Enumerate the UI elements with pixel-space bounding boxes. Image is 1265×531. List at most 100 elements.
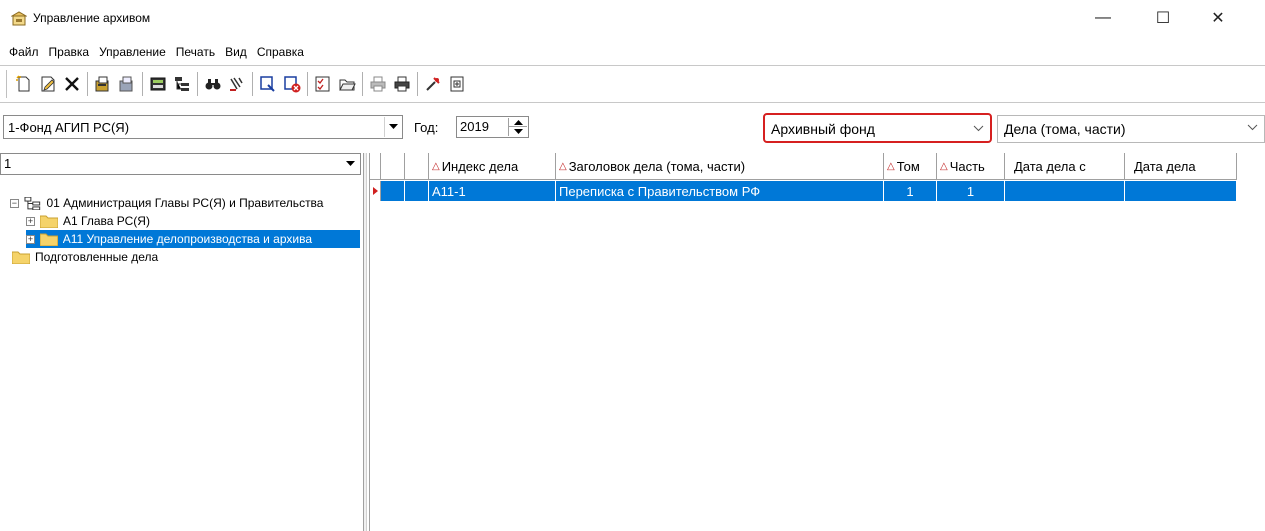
delete-icon[interactable] xyxy=(61,72,83,96)
toolbar-separator xyxy=(87,72,89,96)
fund-select-value: 1-Фонд АГИП РС(Я) xyxy=(8,120,130,135)
filter-icon[interactable] xyxy=(226,72,248,96)
table-cell[interactable] xyxy=(405,181,429,201)
report-icon[interactable] xyxy=(446,72,468,96)
tree-item-selected[interactable]: + А11 Управление делопроизводства и архи… xyxy=(26,230,360,248)
cases-grid: △ Индекс дела △ Заголовок дела (тома, част… xyxy=(369,153,1265,531)
column-header-blank[interactable] xyxy=(405,153,429,180)
fund-select[interactable]: 1-Фонд АГИП РС(Я) xyxy=(3,115,403,139)
current-row-indicator-icon xyxy=(370,181,381,201)
sort-up-icon: △ xyxy=(559,160,567,172)
binoculars-search-icon[interactable] xyxy=(202,72,224,96)
expand-icon[interactable]: + xyxy=(26,216,35,226)
expand-icon[interactable]: + xyxy=(26,234,35,244)
toolbar-separator xyxy=(142,72,144,96)
minimize-button[interactable]: — xyxy=(1080,0,1126,36)
menu-bar: Файл Правка Управление Печать Вид Справк… xyxy=(0,42,313,62)
toolbar-separator xyxy=(252,72,254,96)
cell-index[interactable]: А11-1 xyxy=(429,181,556,201)
window-title: Управление архивом xyxy=(33,11,151,25)
print-preview-icon[interactable] xyxy=(391,72,413,96)
filter-row: 1-Фонд АГИП РС(Я) Год: 2019 Архивный фон… xyxy=(0,105,1265,151)
year-label: Год: xyxy=(414,120,439,135)
chevron-down-icon[interactable] xyxy=(384,117,401,137)
calculator-icon[interactable] xyxy=(147,72,169,96)
sort-up-icon: △ xyxy=(940,160,948,172)
column-header-date-from[interactable]: Дата дела с xyxy=(1005,153,1125,180)
print-icon[interactable] xyxy=(367,72,389,96)
tree-item-label: Подготовленные дела xyxy=(35,250,159,264)
toolbar-separator xyxy=(417,72,419,96)
tree-structure-icon[interactable] xyxy=(171,72,193,96)
close-button[interactable]: ✕ xyxy=(1195,0,1241,36)
menu-file[interactable]: Файл xyxy=(8,45,40,59)
chevron-down-icon[interactable] xyxy=(973,121,984,135)
toolbar-separator xyxy=(307,72,309,96)
copy-case-icon[interactable] xyxy=(92,72,114,96)
folder-icon xyxy=(39,233,58,246)
select-window-icon[interactable] xyxy=(257,72,279,96)
cell-volume[interactable]: 1 xyxy=(884,181,937,201)
folder-icon xyxy=(40,215,58,228)
menu-help[interactable]: Справка xyxy=(256,45,305,59)
archive-app-icon xyxy=(11,11,27,26)
toolbar xyxy=(0,65,1265,103)
column-header-label: Часть xyxy=(949,158,985,174)
cancel-select-icon[interactable] xyxy=(281,72,303,96)
tree-item-label: 01 Администрация Главы РС(Я) и Правитель… xyxy=(46,196,324,210)
menu-edit[interactable]: Правка xyxy=(48,45,91,59)
structure-icon xyxy=(24,196,41,210)
tools-icon[interactable] xyxy=(422,72,444,96)
tree-item[interactable]: Подготовленные дела xyxy=(10,248,360,266)
menu-view[interactable]: Вид xyxy=(224,45,248,59)
table-cell[interactable] xyxy=(381,181,405,201)
table-row[interactable]: А11-1 Переписка с Правительством РФ 1 1 xyxy=(370,181,1237,201)
menu-manage[interactable]: Управление xyxy=(98,45,167,59)
folder-icon xyxy=(12,251,30,264)
open-folder-icon[interactable] xyxy=(336,72,358,96)
left-pane: 1 − 01 Администрация Главы РС(Я) и Прави… xyxy=(0,153,362,531)
node-select-value: 1 xyxy=(4,156,12,171)
cell-date-to[interactable] xyxy=(1125,181,1237,201)
spin-down-icon[interactable] xyxy=(509,127,527,136)
checklist-icon[interactable] xyxy=(312,72,334,96)
column-header-label: Заголовок дела (тома, части) xyxy=(568,158,746,174)
sort-up-icon: △ xyxy=(887,160,895,172)
column-header-label: Том xyxy=(896,158,920,174)
chevron-down-icon[interactable] xyxy=(1247,120,1258,134)
column-header-blank[interactable] xyxy=(381,153,405,180)
column-header-part[interactable]: △ Часть xyxy=(937,153,1005,180)
toolbar-separator xyxy=(362,72,364,96)
column-header-title[interactable]: △ Заголовок дела (тома, части) xyxy=(556,153,884,180)
cell-part[interactable]: 1 xyxy=(937,181,1005,201)
collapse-icon[interactable]: − xyxy=(10,198,19,208)
maximize-button[interactable]: ☐ xyxy=(1140,0,1186,36)
tree-item[interactable]: + А1 Глава РС(Я) xyxy=(26,212,360,230)
grid-header: △ Индекс дела △ Заголовок дела (тома, част… xyxy=(370,153,1237,180)
record-type-select[interactable]: Дела (тома, части) xyxy=(997,115,1265,143)
tree-item-label: А11 Управление делопроизводства и архива xyxy=(62,232,313,246)
cell-date-from[interactable] xyxy=(1005,181,1125,201)
toolbar-separator xyxy=(197,72,199,96)
year-spinner[interactable]: 2019 xyxy=(456,116,529,138)
column-header-date-to[interactable]: Дата дела xyxy=(1125,153,1237,180)
year-value[interactable]: 2019 xyxy=(460,119,489,134)
title-bar: Управление архивом — ☐ ✕ xyxy=(0,0,1265,38)
toolbar-grip[interactable] xyxy=(6,70,9,98)
pane-splitter[interactable] xyxy=(363,153,367,531)
node-select[interactable]: 1 xyxy=(0,153,361,175)
paste-case-icon[interactable] xyxy=(116,72,138,96)
archive-type-select[interactable]: Архивный фонд xyxy=(763,113,992,143)
cell-title[interactable]: Переписка с Правительством РФ xyxy=(556,181,884,201)
menu-print[interactable]: Печать xyxy=(175,45,216,59)
column-header-label: Индекс дела xyxy=(441,158,519,174)
tree-item[interactable]: − 01 Администрация Главы РС(Я) и Правите… xyxy=(10,194,360,212)
column-header-volume[interactable]: △ Том xyxy=(884,153,937,180)
edit-doc-icon[interactable] xyxy=(37,72,59,96)
column-header-index[interactable]: △ Индекс дела xyxy=(429,153,556,180)
new-doc-icon[interactable] xyxy=(13,72,35,96)
column-header-indicator[interactable] xyxy=(370,153,381,180)
chevron-down-icon[interactable] xyxy=(342,155,359,173)
spin-up-icon[interactable] xyxy=(509,118,527,127)
tree-item-label: А1 Глава РС(Я) xyxy=(63,214,150,228)
